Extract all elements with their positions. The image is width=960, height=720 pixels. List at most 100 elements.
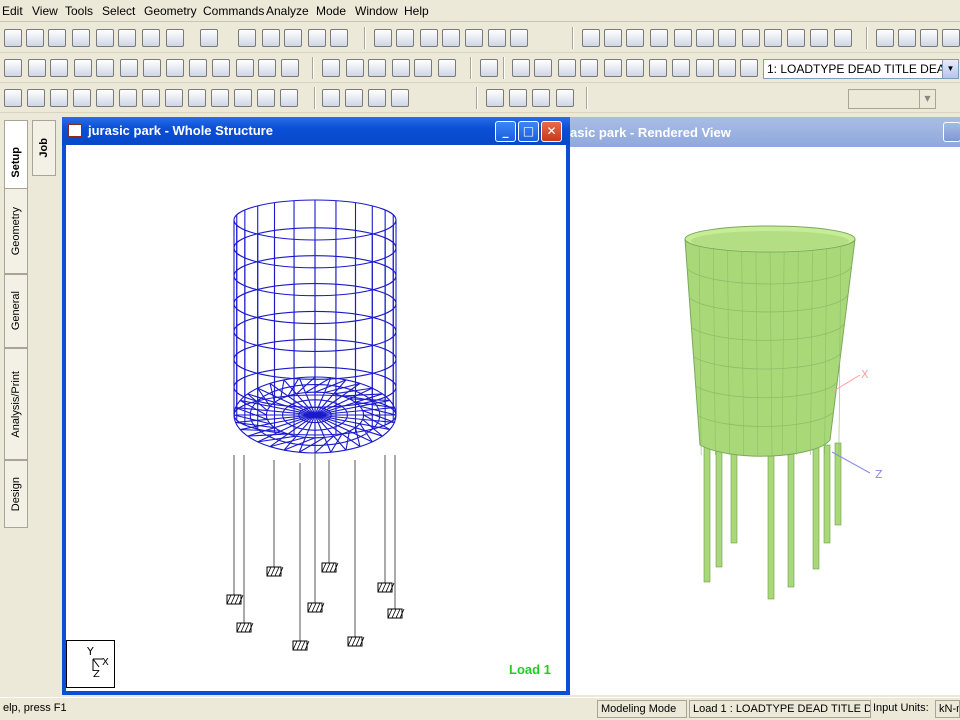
edit-icon[interactable] [834, 29, 852, 47]
zoom-window-icon[interactable] [512, 59, 530, 77]
beam-length-icon[interactable] [718, 29, 736, 47]
save-icon[interactable] [48, 29, 66, 47]
plate-cursor-icon[interactable] [368, 59, 386, 77]
menu-geometry[interactable]: Geometry [144, 4, 197, 18]
structure-window-titlebar[interactable]: jurasic park - Whole Structure _ □ ✕ [62, 117, 570, 145]
page-icon[interactable] [582, 29, 600, 47]
tab-design[interactable]: Design [4, 460, 28, 528]
beam-select-icon[interactable] [345, 89, 363, 107]
menu-analyze[interactable]: Analyze [266, 4, 309, 18]
table-icon[interactable] [165, 89, 183, 107]
minimize-button[interactable]: _ [495, 121, 516, 142]
sheet2-icon[interactable] [284, 29, 302, 47]
tab-general[interactable]: General [4, 274, 28, 348]
menu-view[interactable]: View [32, 4, 58, 18]
zoom-extents-icon[interactable] [480, 59, 498, 77]
refresh-icon[interactable] [556, 89, 574, 107]
photo-icon[interactable] [488, 29, 506, 47]
print-preview-icon[interactable] [396, 29, 414, 47]
zoom-dynamic-icon[interactable] [534, 59, 552, 77]
redo-icon[interactable] [200, 29, 218, 47]
structure-viewport[interactable] [66, 145, 566, 691]
view-icon[interactable] [876, 29, 894, 47]
pan-icon[interactable] [281, 59, 299, 77]
tab-analysis-print[interactable]: Analysis/Print [4, 348, 28, 460]
zoom-all-icon[interactable] [626, 59, 644, 77]
text-icon[interactable] [234, 89, 252, 107]
snap-node-icon[interactable] [4, 89, 22, 107]
arrow-icon[interactable] [674, 29, 692, 47]
export-icon[interactable] [420, 29, 438, 47]
tab-geometry[interactable]: Geometry [4, 188, 28, 274]
node-icon[interactable] [696, 29, 714, 47]
clear-icon[interactable] [238, 29, 256, 47]
label-toggle-icon[interactable] [740, 59, 758, 77]
spreadsheet-icon[interactable] [280, 89, 298, 107]
menu-tools[interactable]: Tools [65, 4, 93, 18]
tab-job[interactable]: Job [32, 120, 56, 176]
zoom-out-icon[interactable] [580, 59, 598, 77]
report-icon[interactable] [465, 29, 483, 47]
delete-icon[interactable] [142, 29, 160, 47]
plate-select-icon[interactable] [368, 89, 386, 107]
menu-window[interactable]: Window [355, 4, 398, 18]
sheet-icon[interactable] [262, 29, 280, 47]
zoom-previous-icon[interactable] [604, 59, 622, 77]
translational-repeat-icon[interactable] [188, 89, 206, 107]
spin-right-icon[interactable] [258, 59, 276, 77]
pan-hand-icon[interactable] [696, 59, 714, 77]
cursor-icon[interactable] [742, 29, 760, 47]
solid-select-icon[interactable] [391, 89, 409, 107]
render-icon[interactable] [920, 29, 938, 47]
menu-edit[interactable]: Edit [2, 4, 23, 18]
help-icon[interactable] [787, 29, 805, 47]
add-quad-icon[interactable] [73, 89, 91, 107]
print-icon[interactable] [374, 29, 392, 47]
surface-cursor-icon[interactable] [392, 59, 410, 77]
circular-repeat-icon[interactable] [211, 89, 229, 107]
minimize-button[interactable] [943, 122, 960, 142]
front-view-icon[interactable] [28, 59, 46, 77]
property-icon[interactable] [532, 89, 550, 107]
node-select-icon[interactable] [322, 89, 340, 107]
label-icon[interactable] [626, 29, 644, 47]
iso-view-icon[interactable] [4, 59, 22, 77]
document-icon[interactable] [510, 29, 528, 47]
beam-cursor-icon[interactable] [322, 59, 340, 77]
add-plate-icon[interactable] [50, 89, 68, 107]
rotate-down-icon[interactable] [166, 59, 184, 77]
back-view-icon[interactable] [50, 59, 68, 77]
menu-select[interactable]: Select [102, 4, 135, 18]
right-view-icon[interactable] [96, 59, 114, 77]
chevron-down-icon[interactable]: ▼ [942, 60, 958, 78]
window-system-icon[interactable] [68, 124, 82, 137]
rendered-viewport[interactable]: X Z [570, 147, 960, 695]
open-folder-icon[interactable] [26, 29, 44, 47]
add-beam-icon[interactable] [27, 89, 45, 107]
close-button[interactable]: ✕ [541, 121, 562, 142]
display-icon[interactable] [672, 59, 690, 77]
tools-icon[interactable] [764, 29, 782, 47]
geometry-cursor-icon[interactable] [438, 59, 456, 77]
maximize-button[interactable]: □ [518, 121, 539, 142]
menu-mode[interactable]: Mode [316, 4, 346, 18]
rotate-right-icon[interactable] [212, 59, 230, 77]
copy-icon[interactable] [72, 29, 90, 47]
dimension-icon[interactable] [604, 29, 622, 47]
globe-icon[interactable] [257, 89, 275, 107]
grid-mesh-icon[interactable] [142, 89, 160, 107]
check-icon[interactable] [810, 29, 828, 47]
zoom-in-icon[interactable] [558, 59, 576, 77]
spin-left-icon[interactable] [236, 59, 254, 77]
cut-icon[interactable] [96, 29, 114, 47]
rotate-up-icon[interactable] [143, 59, 161, 77]
support-icon[interactable] [509, 89, 527, 107]
rotate-icon[interactable] [898, 29, 916, 47]
group-icon[interactable] [308, 29, 326, 47]
solid-cursor-icon[interactable] [414, 59, 432, 77]
member-specs-icon[interactable] [486, 89, 504, 107]
camera-icon[interactable] [442, 29, 460, 47]
rotate-left-icon[interactable] [189, 59, 207, 77]
new-file-icon[interactable] [4, 29, 22, 47]
settings-icon[interactable] [942, 29, 960, 47]
